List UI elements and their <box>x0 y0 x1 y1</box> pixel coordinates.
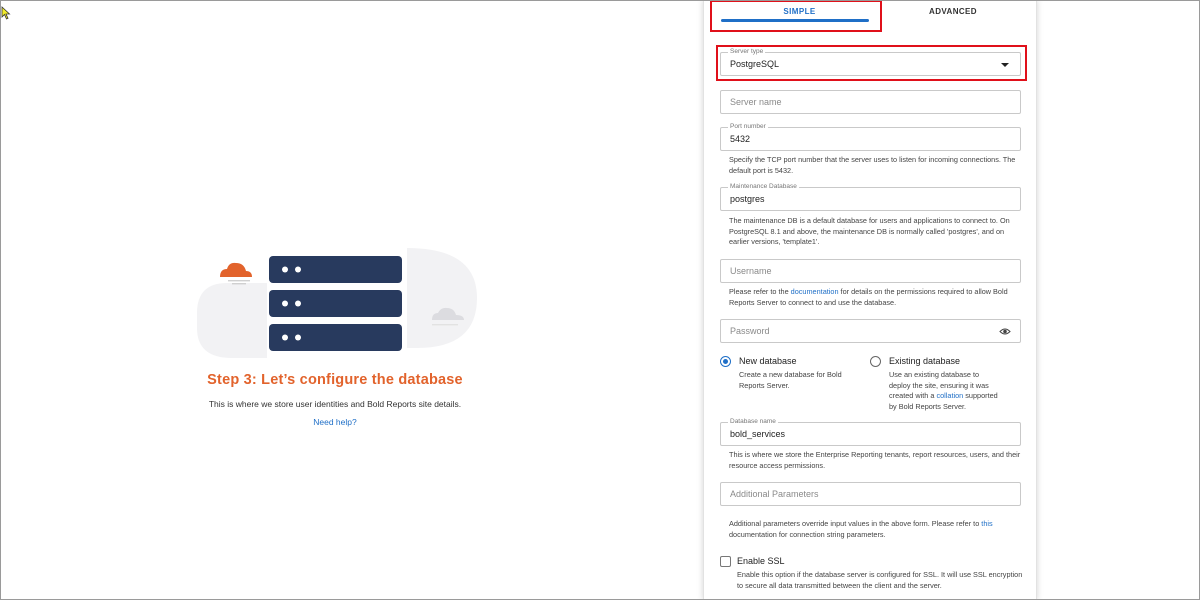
additional-parameters-input[interactable]: Additional Parameters <box>720 482 1021 506</box>
documentation-link[interactable]: documentation <box>791 287 839 296</box>
port-number-value: 5432 <box>730 134 751 144</box>
server-type-label: Server type <box>728 47 766 57</box>
database-illustration <box>197 248 477 358</box>
database-name-label: Database name <box>728 417 778 427</box>
port-number-help: Specify the TCP port number that the ser… <box>729 155 1016 175</box>
page-description: This is where we store user identities a… <box>208 399 462 409</box>
existing-database-help: Use an existing database to deploy the s… <box>889 370 998 411</box>
caret-down-icon[interactable] <box>1001 63 1009 67</box>
password-input[interactable]: Password <box>720 319 1021 343</box>
database-config-panel: SIMPLE ADVANCED Server type PostgreSQL S… <box>703 0 1037 600</box>
username-help: Please refer to the documentation for de… <box>729 287 1008 307</box>
server-name-placeholder: Server name <box>730 97 782 107</box>
enable-ssl-checkbox[interactable] <box>720 556 731 567</box>
server-name-input[interactable]: Server name <box>720 90 1021 114</box>
this-documentation-link[interactable]: this <box>981 519 992 528</box>
page-title: Step 3: Let’s configure the database <box>207 372 463 388</box>
orange-cloud-icon <box>220 262 252 285</box>
password-placeholder: Password <box>730 326 770 336</box>
database-name-help: This is where we store the Enterprise Re… <box>729 450 1021 470</box>
new-database-help: Create a new database for Bold Reports S… <box>739 370 842 390</box>
tab-simple[interactable]: SIMPLE <box>711 0 888 32</box>
existing-database-label[interactable]: Existing database <box>889 356 960 366</box>
enable-ssl-help: Enable this option if the database serve… <box>737 570 1023 590</box>
server-type-value: PostgreSQL <box>730 59 780 69</box>
left-panel: Step 3: Let’s configure the database Thi… <box>0 0 703 600</box>
tab-advanced[interactable]: ADVANCED <box>888 0 1018 32</box>
database-name-input[interactable]: Database name bold_services <box>720 417 1021 446</box>
new-database-label[interactable]: New database <box>739 356 797 366</box>
additional-parameters-placeholder: Additional Parameters <box>730 489 819 499</box>
maintenance-database-input[interactable]: Maintenance Database postgres <box>720 182 1021 211</box>
server-type-select[interactable]: Server type PostgreSQL <box>720 47 1021 76</box>
port-number-label: Port number <box>728 122 768 132</box>
maintenance-database-value: postgres <box>730 194 765 204</box>
need-help-link[interactable]: Need help? <box>0 417 670 427</box>
database-name-value: bold_services <box>730 429 786 439</box>
username-input[interactable]: Username <box>720 259 1021 283</box>
new-database-radio[interactable] <box>720 356 731 367</box>
maintenance-database-help: The maintenance DB is a default database… <box>729 216 1010 246</box>
existing-database-radio[interactable] <box>870 356 881 367</box>
port-number-input[interactable]: Port number 5432 <box>720 122 1021 151</box>
eye-icon[interactable] <box>999 326 1011 337</box>
active-tab-indicator <box>721 19 869 22</box>
username-placeholder: Username <box>730 266 772 276</box>
collation-link[interactable]: collation <box>936 391 963 400</box>
server-icon <box>269 256 402 351</box>
enable-ssl-label[interactable]: Enable SSL <box>737 556 785 566</box>
maintenance-database-label: Maintenance Database <box>728 182 799 192</box>
additional-parameters-help: Additional parameters override input val… <box>729 519 993 539</box>
